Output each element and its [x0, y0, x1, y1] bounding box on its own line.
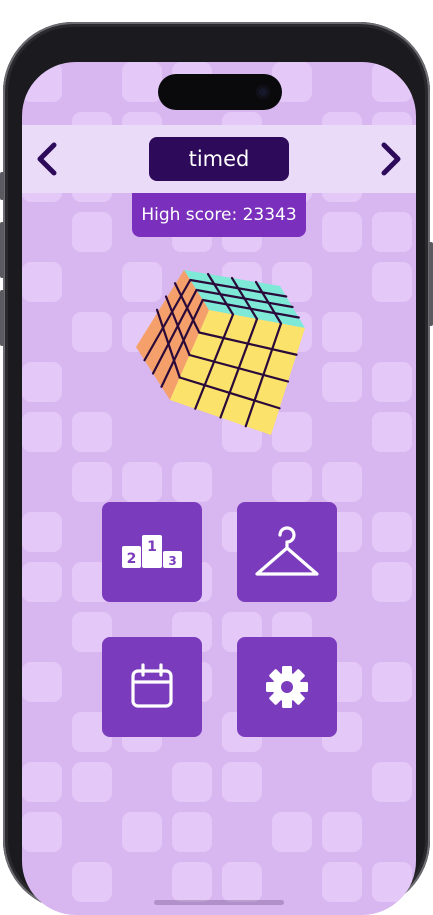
chevron-right-icon — [381, 142, 401, 176]
background-tile — [72, 462, 112, 502]
leaderboard-button[interactable]: 2 1 3 — [102, 502, 202, 602]
volume-down-button — [0, 290, 4, 346]
background-tile — [322, 212, 362, 252]
background-tile — [372, 412, 412, 452]
background-tile — [322, 862, 362, 902]
background-tile — [22, 662, 62, 702]
background-tile — [222, 862, 262, 902]
background-tile — [22, 562, 62, 602]
background-tile — [172, 762, 212, 802]
podium-first-label: 1 — [147, 539, 157, 555]
background-tile — [22, 762, 62, 802]
dynamic-island — [158, 74, 282, 110]
podium-second-label: 2 — [127, 551, 137, 567]
home-indicator[interactable] — [154, 900, 284, 905]
background-tile — [22, 262, 62, 302]
background-tile — [322, 812, 362, 852]
rubiks-cube-icon[interactable] — [134, 267, 306, 437]
background-tile — [72, 862, 112, 902]
background-tile — [372, 562, 412, 602]
phone-frame: timed High score: 23343 2 1 3 — [0, 22, 433, 915]
background-tile — [22, 412, 62, 452]
background-tile — [172, 812, 212, 852]
background-tile — [122, 462, 162, 502]
app-screen: timed High score: 23343 2 1 3 — [22, 62, 416, 915]
background-tile — [22, 362, 62, 402]
background-tile — [22, 62, 62, 102]
background-tile — [222, 762, 262, 802]
background-tile — [322, 462, 362, 502]
background-tile — [322, 362, 362, 402]
background-tile — [372, 362, 412, 402]
background-tile — [272, 462, 312, 502]
background-tile — [172, 862, 212, 902]
prev-mode-button[interactable] — [28, 139, 68, 179]
background-tile — [372, 762, 412, 802]
background-tile — [22, 812, 62, 852]
background-tile — [122, 62, 162, 102]
background-tile — [372, 212, 412, 252]
background-tile — [72, 412, 112, 452]
next-mode-button[interactable] — [370, 139, 410, 179]
background-tile — [322, 312, 362, 352]
background-tile — [372, 862, 412, 902]
camera-icon — [256, 85, 270, 99]
power-button — [429, 242, 433, 326]
background-tile — [72, 212, 112, 252]
chevron-left-icon — [37, 142, 57, 176]
high-score-badge: High score: 23343 — [132, 193, 306, 237]
background-tile — [172, 462, 212, 502]
gear-icon — [266, 666, 308, 708]
calendar-icon — [131, 663, 173, 708]
background-tile — [372, 512, 412, 552]
background-tile — [272, 812, 312, 852]
daily-challenge-button[interactable] — [102, 637, 202, 737]
background-tile — [122, 812, 162, 852]
wardrobe-button[interactable] — [237, 502, 337, 602]
settings-button[interactable] — [237, 637, 337, 737]
volume-up-button — [0, 222, 4, 278]
hanger-icon — [255, 526, 319, 576]
background-tile — [372, 62, 412, 102]
background-tile — [72, 312, 112, 352]
background-tile — [22, 512, 62, 552]
mode-label[interactable]: timed — [149, 137, 289, 181]
podium-third-label: 3 — [168, 554, 176, 568]
leaderboard-podium-icon: 2 1 3 — [122, 535, 182, 568]
background-tile — [372, 262, 412, 302]
background-tile — [372, 662, 412, 702]
background-tile — [72, 762, 112, 802]
mode-selector: timed — [22, 125, 416, 193]
action-button — [0, 172, 4, 200]
